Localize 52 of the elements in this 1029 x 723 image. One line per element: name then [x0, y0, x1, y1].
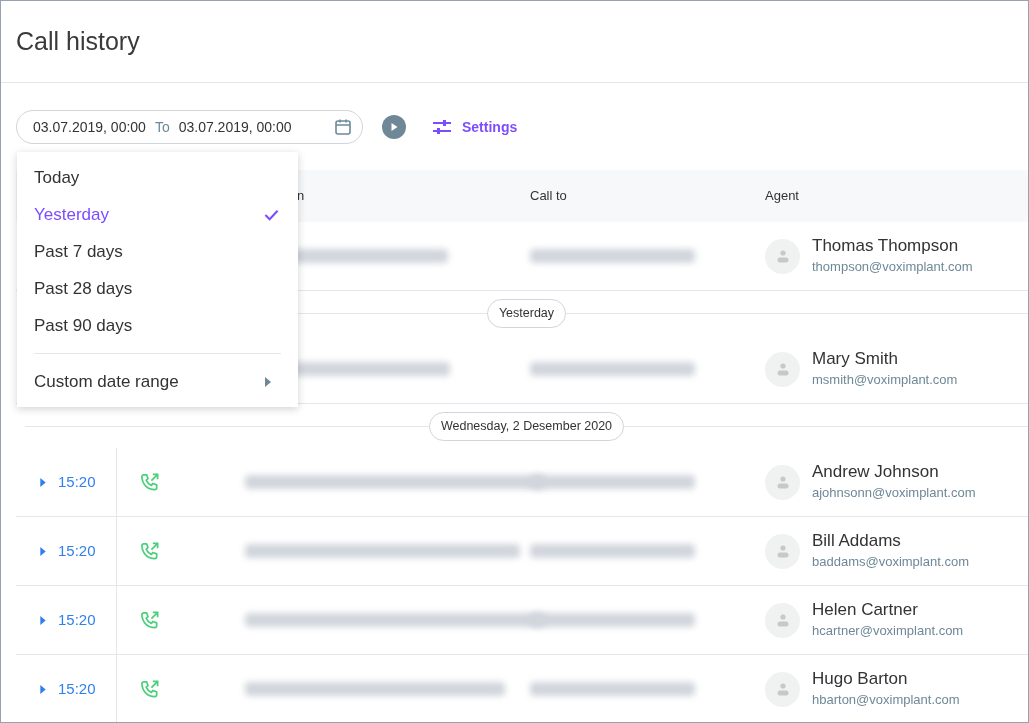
calendar-icon[interactable]	[334, 118, 352, 136]
outgoing-call-icon	[139, 540, 160, 562]
avatar-icon	[765, 238, 800, 274]
agent-name: Thomas Thompson	[812, 235, 960, 257]
page-title: Call history	[16, 25, 140, 57]
caret-icon	[40, 615, 46, 625]
agent-name: Helen Cartner	[812, 599, 919, 621]
caret-icon	[40, 684, 46, 694]
agent-email: ajohnsonn@voximplant.com	[812, 484, 976, 502]
avatar-icon	[765, 671, 800, 707]
play-button[interactable]	[382, 115, 406, 139]
date-from: 03.07.2019, 00:00	[33, 117, 146, 137]
agent-name: Andrew Johnson	[812, 461, 940, 483]
submenu-item[interactable]: Custom date range	[17, 363, 298, 400]
agent-name: Mary Smith	[812, 348, 899, 370]
outgoing-call-icon	[139, 609, 160, 631]
call-time-toggle[interactable]: 15:20	[40, 608, 96, 632]
settings-button[interactable]: Settings	[432, 116, 518, 138]
column-header: Call to	[530, 188, 567, 204]
avatar-icon	[765, 351, 800, 387]
outgoing-call-icon	[139, 678, 160, 700]
outgoing-call-icon	[139, 471, 160, 493]
range-separator: To	[154, 117, 170, 137]
agent-email: hcartner@voximplant.com	[812, 622, 964, 640]
menu-item[interactable]: Past 7 days	[17, 233, 298, 270]
check-icon	[264, 208, 279, 221]
avatar-icon	[765, 533, 800, 569]
date-to: 03.07.2019, 00:00	[178, 117, 292, 137]
avatar-icon	[765, 602, 800, 638]
agent-name: Hugo Barton	[812, 668, 909, 690]
caret-icon	[40, 477, 46, 487]
call-time-toggle[interactable]: 15:20	[40, 677, 96, 701]
agent-email: thompson@voximplant.com	[812, 258, 973, 276]
play-icon	[389, 122, 399, 132]
menu-item[interactable]: Past 28 days	[17, 270, 298, 307]
call-time-toggle[interactable]: 15:20	[40, 539, 96, 563]
menu-item[interactable]: Today	[17, 159, 298, 196]
column-header: n	[297, 188, 305, 204]
date-divider-label: Wednesday, 2 Desember 2020	[428, 411, 625, 441]
menu-item[interactable]: Yesterday	[17, 196, 298, 233]
sliders-icon	[432, 119, 452, 135]
date-divider-label: Yesterday	[486, 298, 567, 328]
column-header: Agent	[765, 188, 799, 204]
agent-email: baddams@voximplant.com	[812, 553, 969, 571]
avatar-icon	[765, 464, 800, 500]
menu-item[interactable]: Past 90 days	[17, 307, 298, 344]
caret-icon	[40, 546, 46, 556]
agent-email: msmith@voximplant.com	[812, 371, 958, 389]
call-time-toggle[interactable]: 15:20	[40, 470, 96, 494]
agent-email: hbarton@voximplant.com	[812, 691, 960, 709]
caret-icon	[265, 376, 271, 387]
agent-name: Bill Addams	[812, 530, 902, 552]
